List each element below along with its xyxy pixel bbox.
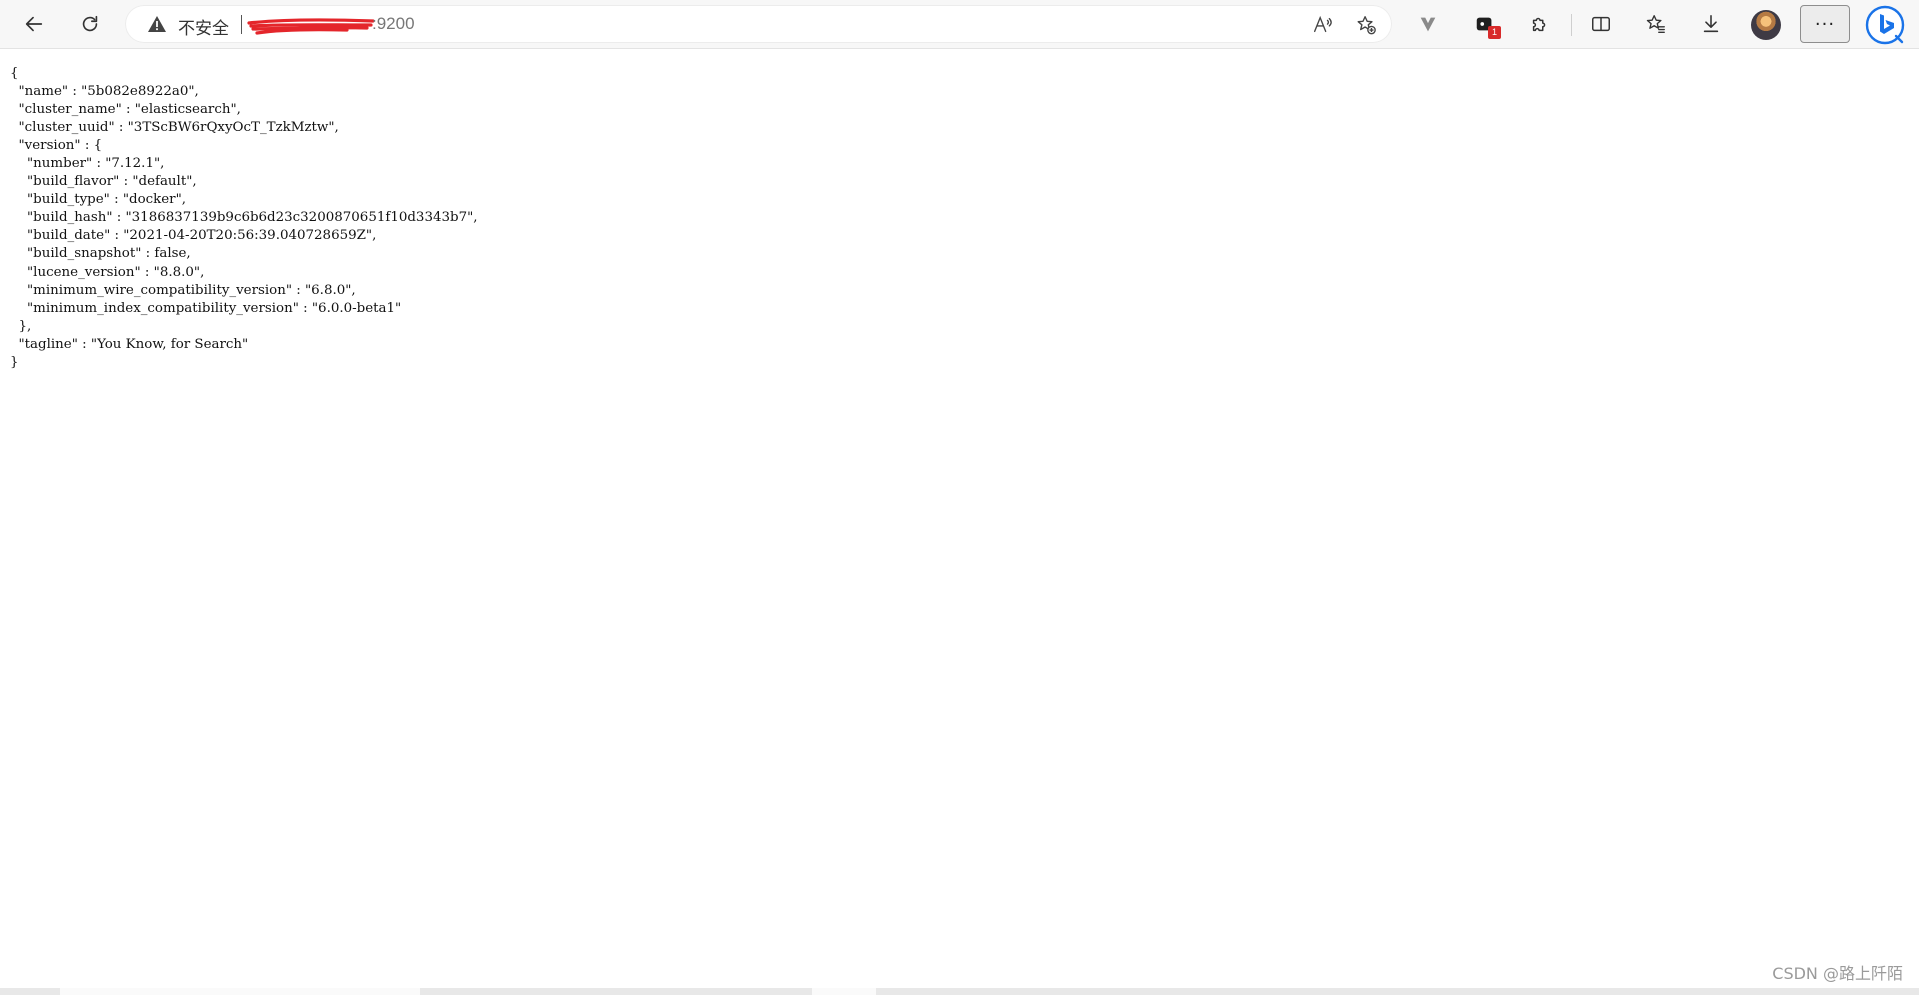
security-status-label[interactable]: 不安全 [178,14,229,39]
split-screen-button[interactable] [1582,5,1620,43]
json-line: "number" : "7.12.1", [10,156,165,172]
address-bar[interactable]: 不安全 :9200 [125,5,1392,43]
json-line: "cluster_uuid" : "3TScBW6rQxyOcT_TzkMztw… [10,120,339,136]
json-line: "name" : "5b082e8922a0", [10,84,199,100]
json-line: "build_type" : "docker", [10,192,186,208]
extensions-button[interactable] [1521,5,1559,43]
v-extension-button[interactable] [1409,5,1447,43]
favorites-button[interactable] [1637,5,1675,43]
json-line: "build_hash" : "3186837139b9c6b6d23c3200… [10,210,478,226]
json-line: "minimum_wire_compatibility_version" : "… [10,282,356,298]
scrollbar-segment [812,988,876,995]
download-icon [1703,14,1719,33]
json-line: { [10,66,19,81]
json-line: "lucene_version" : "8.8.0", [10,264,205,280]
scrollbar-segment [60,988,420,995]
puzzle-icon [1532,17,1546,32]
back-button[interactable] [15,5,53,43]
warning-icon[interactable] [147,15,167,33]
json-line: } [10,354,19,370]
read-aloud-button[interactable] [1310,13,1334,37]
horizontal-scrollbar[interactable] [0,988,1919,995]
add-favorite-button[interactable] [1354,13,1378,37]
json-line: "version" : { [10,138,103,154]
arrow-left-icon [25,16,43,32]
json-line: }, [10,318,32,334]
url-text[interactable]: :9200 [372,14,415,34]
browser-toolbar: 不安全 :9200 1 ··· [0,0,1919,49]
downloads-button[interactable] [1692,5,1730,43]
bing-copilot-icon[interactable] [1865,5,1905,45]
json-line: "cluster_name" : "elasticsearch", [10,102,241,118]
favorites-icon [1646,15,1665,33]
refresh-button[interactable] [71,5,109,43]
watermark: CSDN @路上阡陌 [1772,964,1903,983]
extension-badge: 1 [1488,26,1501,39]
extension-with-badge-button[interactable]: 1 [1466,5,1504,43]
json-response-body: { "name" : "5b082e8922a0", "cluster_name… [10,65,478,372]
json-line: "tagline" : "You Know, for Search" [10,336,249,352]
read-aloud-icon [1313,15,1332,33]
address-divider [241,15,242,34]
split-screen-icon [1592,16,1610,32]
json-line: "build_flavor" : "default", [10,174,197,190]
toolbar-divider [1571,14,1572,36]
json-line: "minimum_index_compatibility_version" : … [10,300,402,316]
star-plus-icon [1357,16,1376,35]
profile-avatar[interactable] [1751,10,1781,40]
more-options-button[interactable]: ··· [1800,5,1850,43]
refresh-icon [82,15,98,32]
v-extension-icon [1420,17,1436,32]
json-line: "build_date" : "2021-04-20T20:56:39.0407… [10,228,377,244]
json-line: "build_snapshot" : false, [10,246,191,262]
url-redaction-scribble [247,18,375,35]
